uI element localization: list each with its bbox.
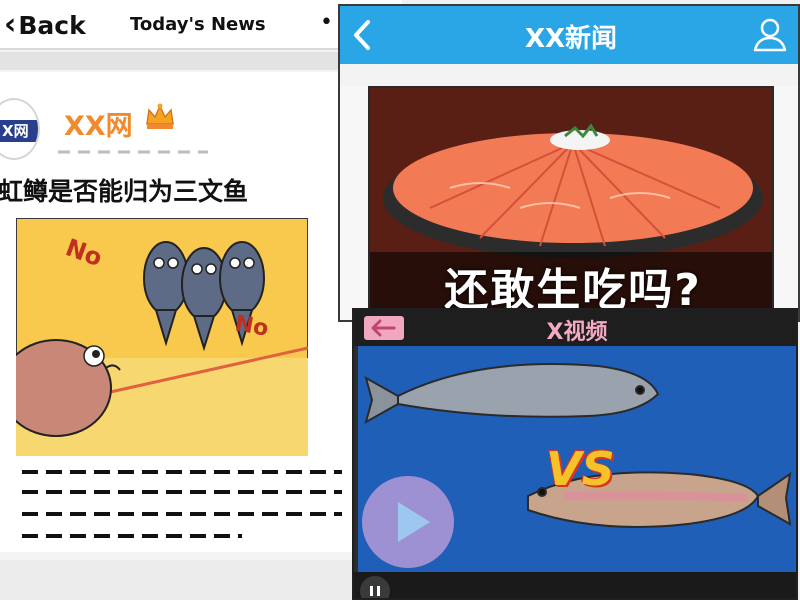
versus-text: VS [546,442,615,496]
play-icon [398,502,430,542]
news-app-header: XX新闻 [340,6,798,64]
comic-illustration: No No [16,218,308,456]
app-title: X视频 [546,320,608,345]
salmon-platter-image[interactable]: 还敢生吃吗? [368,86,774,320]
avatar-badge: X网 [0,120,38,142]
video-player[interactable]: VS [358,346,796,572]
app-title: XX新闻 [524,24,618,54]
article-text-placeholder [22,470,342,538]
article-headline[interactable]: 虹鳟是否能归为三文鱼 [0,172,248,208]
pause-icon [370,586,380,596]
user-icon[interactable] [750,16,790,54]
meta-placeholder [58,150,208,154]
video-app-header: X视频 [354,310,796,346]
news-app-window: XX新闻 还敢生吃吗? [338,4,800,322]
video-controls [354,572,796,598]
source-name[interactable]: XX网 [64,104,133,143]
more-menu-button[interactable]: • [320,10,333,35]
back-button[interactable]: ‹ Back [4,8,86,42]
crown-icon [146,103,174,129]
pause-button[interactable] [360,576,390,598]
bottom-bar [0,560,402,600]
chevron-left-icon: ‹ [4,7,17,42]
header-spacer [340,64,798,86]
play-button[interactable] [362,476,454,568]
video-app-window: X视频 VS [352,308,798,600]
back-label: Back [18,10,86,40]
page-title: Today's News [130,14,266,35]
